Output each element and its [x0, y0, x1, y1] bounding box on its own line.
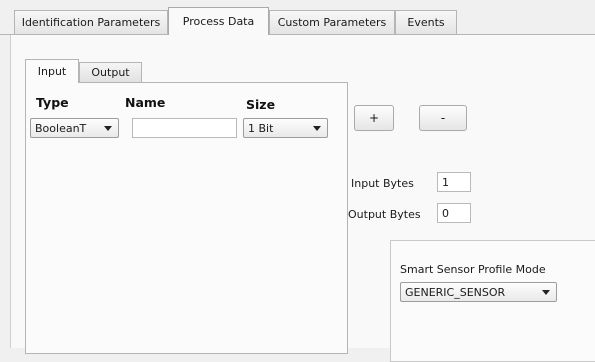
- input-bytes-label: Input Bytes: [351, 177, 414, 190]
- size-select[interactable]: 1 Bit: [243, 118, 328, 138]
- chevron-down-icon: [104, 125, 112, 131]
- tab-identification-parameters[interactable]: Identification Parameters: [14, 10, 168, 34]
- remove-row-button[interactable]: -: [419, 105, 467, 131]
- size-select-value: 1 Bit: [248, 121, 274, 135]
- tab-events[interactable]: Events: [395, 10, 457, 34]
- tab-process-data[interactable]: Process Data: [168, 7, 269, 35]
- tab-label: Process Data: [182, 15, 255, 28]
- tab-label: Identification Parameters: [21, 16, 161, 29]
- column-header-size: Size: [246, 97, 276, 112]
- type-select-value: BooleanT: [35, 121, 87, 135]
- type-select[interactable]: BooleanT: [30, 118, 119, 138]
- input-bytes-field[interactable]: [437, 172, 471, 192]
- output-bytes-label: Output Bytes: [348, 208, 421, 221]
- tab-custom-parameters[interactable]: Custom Parameters: [269, 10, 395, 34]
- smart-sensor-profile-mode-select[interactable]: GENERIC_SENSOR: [400, 282, 557, 302]
- tab-label: Input: [37, 65, 67, 78]
- tab-input[interactable]: Input: [25, 59, 79, 83]
- smart-sensor-profile-mode-label: Smart Sensor Profile Mode: [400, 263, 546, 276]
- chevron-down-icon: [313, 125, 321, 131]
- output-bytes-field[interactable]: [437, 203, 471, 223]
- add-row-button[interactable]: +: [354, 105, 394, 131]
- tab-output[interactable]: Output: [79, 62, 142, 82]
- tab-label: Custom Parameters: [277, 16, 387, 29]
- tab-label: Events: [407, 16, 445, 29]
- column-header-name: Name: [125, 95, 166, 110]
- name-input[interactable]: [132, 118, 237, 138]
- smart-sensor-profile-mode-value: GENERIC_SENSOR: [405, 285, 506, 299]
- tab-strip-divider: [0, 34, 595, 35]
- tab-label: Output: [91, 66, 130, 79]
- column-header-type: Type: [36, 95, 69, 110]
- chevron-down-icon: [542, 289, 550, 295]
